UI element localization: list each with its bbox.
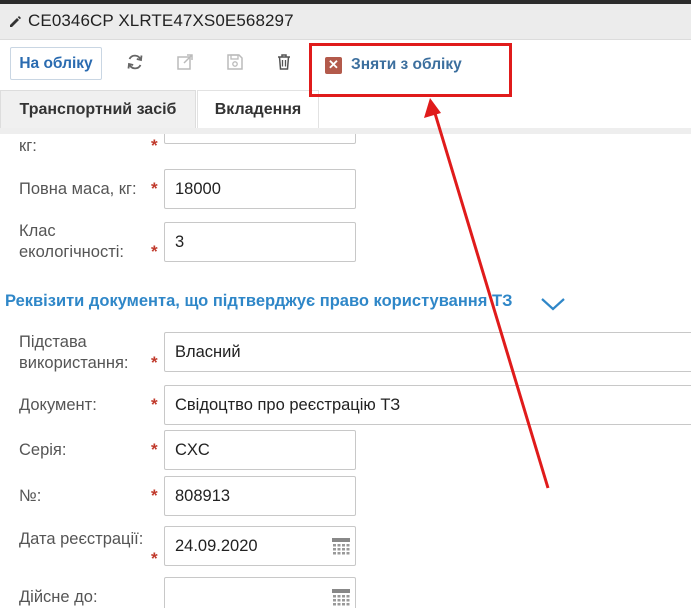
basis-label-line1: Підстава	[19, 333, 87, 351]
eco-class-label-line2: екологічності:	[19, 243, 125, 261]
pencil-icon	[10, 16, 21, 27]
series-input[interactable]: CXC	[164, 430, 356, 470]
document-label: Документ:	[19, 396, 97, 414]
open-external-icon[interactable]	[175, 52, 195, 72]
valid-until-input[interactable]	[164, 577, 356, 608]
full-mass-label: Повна маса, кг:	[19, 180, 137, 198]
series-label: Серія:	[19, 441, 67, 459]
calendar-icon[interactable]	[331, 587, 351, 607]
document-section-title: Реквізити документа, що підтверджує прав…	[5, 292, 513, 310]
basis-value: Власний	[175, 342, 241, 361]
number-value: 808913	[175, 486, 231, 505]
status-button[interactable]: На обліку	[10, 47, 102, 80]
required-marker: *	[151, 549, 158, 568]
save-icon[interactable]	[225, 52, 245, 72]
tab-vehicle[interactable]: Транспортний засіб	[0, 90, 196, 129]
eco-class-label-line1: Клас	[19, 222, 56, 240]
reg-date-value: 24.09.2020	[175, 536, 258, 555]
form-content: кг: * Повна маса, кг: * 18000 Клас еколо…	[0, 134, 691, 608]
required-marker: *	[151, 242, 158, 261]
window-title: CE0346CP XLRTE47XS0E568297	[28, 11, 294, 30]
required-marker: *	[151, 353, 158, 372]
number-label: №:	[19, 487, 42, 505]
eco-class-value: 3	[175, 232, 185, 251]
required-marker: *	[151, 440, 158, 459]
required-marker: *	[151, 179, 158, 198]
required-marker: *	[151, 136, 158, 155]
reg-date-label: Дата реєстрації:	[19, 530, 144, 548]
chevron-down-icon[interactable]	[540, 296, 566, 312]
basis-input[interactable]: Власний	[164, 332, 691, 372]
document-value: Свідоцтво про реєстрацію ТЗ	[175, 395, 401, 414]
valid-until-label: Дійсне до:	[19, 588, 98, 606]
basis-label-line2: використання:	[19, 354, 129, 372]
refresh-icon[interactable]	[125, 52, 145, 72]
trash-icon[interactable]	[274, 52, 294, 72]
eco-class-input[interactable]: 3	[164, 222, 356, 262]
series-value: CXC	[175, 440, 210, 459]
document-input[interactable]: Свідоцтво про реєстрацію ТЗ	[164, 385, 691, 425]
tab-attachments[interactable]: Вкладення	[197, 90, 319, 129]
reg-date-input[interactable]: 24.09.2020	[164, 526, 356, 566]
partial-field-label: кг:	[19, 137, 37, 155]
top-strip	[0, 0, 691, 4]
calendar-icon[interactable]	[331, 536, 351, 556]
number-input[interactable]: 808913	[164, 476, 356, 516]
partial-field-input[interactable]	[164, 134, 356, 144]
annotation-highlight-box	[309, 43, 512, 97]
required-marker: *	[151, 395, 158, 414]
required-marker: *	[151, 486, 158, 505]
full-mass-input[interactable]: 18000	[164, 169, 356, 209]
full-mass-value: 18000	[175, 179, 221, 198]
window-titlebar: CE0346CP XLRTE47XS0E568297	[0, 0, 691, 40]
